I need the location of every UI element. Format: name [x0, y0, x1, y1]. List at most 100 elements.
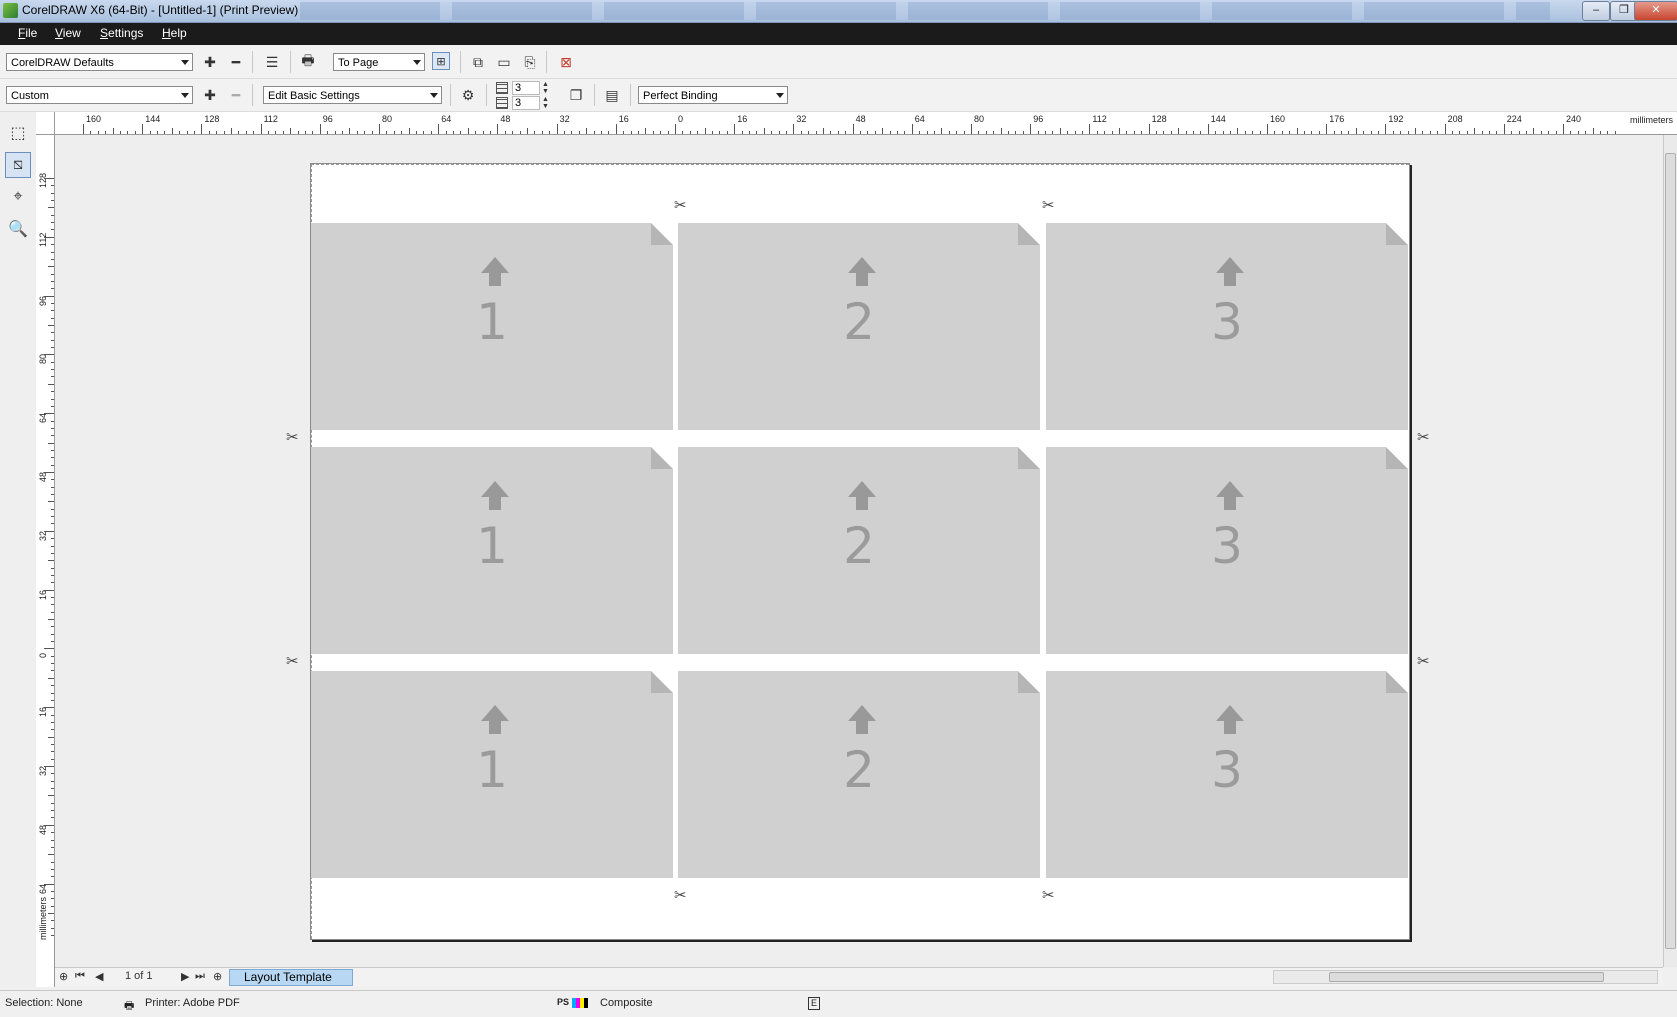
menu-settings[interactable]: Settings — [100, 26, 143, 40]
ruler-tick — [408, 128, 410, 134]
add-page-before-icon[interactable]: ⊕ — [59, 970, 68, 983]
ruler-tick — [171, 128, 173, 134]
horizontal-ruler[interactable]: 160 144 128 112 96 80 64 48 32 16 0 16 32 48 64 80 96 112… — [36, 112, 1677, 135]
ruler-tick — [815, 131, 817, 134]
remove-layout-icon[interactable]: ━ — [226, 85, 246, 105]
remove-preset-icon[interactable]: ━ — [226, 52, 246, 72]
pages-icon[interactable]: ❐ — [566, 85, 586, 105]
layout-preset-dropdown[interactable]: Custom — [6, 86, 193, 104]
ruler-tick — [1163, 131, 1165, 134]
horizontal-scrollbar[interactable] — [1273, 970, 1658, 984]
book-layout-icon[interactable]: ▤ — [602, 85, 622, 105]
vertical-scrollbar[interactable] — [1663, 135, 1677, 967]
ruler-tick — [51, 398, 54, 400]
zoom-tool-icon[interactable]: 🔍 — [5, 216, 31, 242]
ruler-tick — [704, 128, 706, 134]
ruler-tick — [430, 131, 432, 134]
mirror-icon[interactable]: ⎘ — [520, 52, 540, 72]
document-info-icon[interactable]: E — [808, 997, 820, 1010]
ruler-tick — [51, 251, 54, 253]
cell-page-number: 3 — [1211, 517, 1243, 575]
spinner-arrows-icon[interactable]: ▲ ▼ — [542, 81, 552, 95]
imposition-layout-tool-icon[interactable]: ⧅ — [5, 152, 31, 178]
ruler-tick — [778, 131, 780, 134]
ruler-tick — [601, 131, 602, 134]
spinner-arrows-icon[interactable]: ▲ ▼ — [542, 96, 552, 110]
next-page-icon[interactable]: ▶ — [181, 970, 189, 983]
imposition-cell[interactable]: 2 — [678, 671, 1040, 878]
invert-icon[interactable]: ▭ — [494, 52, 514, 72]
ruler-tick — [51, 214, 54, 216]
page-fold-icon — [1386, 447, 1408, 469]
ruler-tick — [44, 589, 54, 591]
imposition-cell[interactable]: 3 — [1046, 671, 1408, 878]
ruler-tick — [963, 131, 965, 134]
scrollbar-thumb[interactable] — [1665, 153, 1676, 949]
ruler-tick — [371, 131, 373, 134]
ruler-label: 112 — [263, 114, 278, 124]
ruler-origin[interactable] — [36, 112, 55, 135]
add-preset-icon[interactable]: ✚ — [200, 52, 220, 72]
add-layout-icon[interactable]: ✚ — [200, 85, 220, 105]
ruler-tick — [1363, 131, 1365, 134]
vertical-ruler[interactable]: 128 112 96 80 64 48 32 16 0 16 32 48 64 — [36, 134, 55, 987]
imposition-cell[interactable]: 3 — [1046, 447, 1408, 654]
binding-dropdown[interactable]: Perfect Binding — [638, 86, 788, 104]
ruler-tick — [1089, 124, 1091, 134]
print-page[interactable]: 1 2 3 1 2 3 1 2 3 ✂ ✂ ✂ ✂ ✂ ✂ ✂ ✂ — [286, 163, 1430, 940]
print-options-icon[interactable]: ☰ — [262, 52, 282, 72]
close-preview-icon[interactable]: ⊠ — [556, 52, 576, 72]
marks-placement-tool-icon[interactable]: ⌖ — [5, 184, 31, 210]
page-settings-icon[interactable]: ⚙ — [458, 85, 478, 105]
imposition-cell[interactable]: 1 — [311, 447, 673, 654]
print-style-dropdown[interactable]: CorelDRAW Defaults — [6, 53, 193, 71]
ruler-tick — [1526, 131, 1527, 134]
ruler-label: 48 — [855, 114, 866, 124]
add-page-after-icon[interactable]: ⊕ — [213, 970, 222, 983]
ruler-tick — [756, 131, 758, 134]
imposition-cell[interactable]: 2 — [678, 447, 1040, 654]
ruler-tick — [453, 131, 454, 134]
ruler-tick — [48, 207, 54, 209]
tab-layout-template[interactable]: Layout Template — [229, 969, 353, 986]
settings-mode-dropdown[interactable]: Edit Basic Settings — [263, 86, 442, 104]
ruler-tick — [134, 131, 136, 134]
ruler-tick — [1496, 131, 1498, 134]
columns-spinner[interactable]: 3 ▲ ▼ — [496, 81, 558, 95]
binding-value: Perfect Binding — [643, 90, 718, 102]
up-arrow-icon — [481, 257, 509, 273]
close-button[interactable]: ✕ — [1634, 1, 1677, 21]
imposition-cell[interactable]: 1 — [311, 223, 673, 430]
ruler-tick — [1341, 131, 1342, 134]
ruler-tick — [1407, 131, 1409, 134]
up-arrow-icon — [481, 705, 509, 721]
imposition-cell[interactable]: 3 — [1046, 223, 1408, 430]
color-separations-icon[interactable]: ⧉ — [468, 52, 488, 72]
rows-spinner[interactable]: 3 ▲ ▼ — [496, 96, 558, 110]
ruler-tick — [51, 200, 54, 202]
rows-grid-icon — [496, 97, 508, 109]
first-page-icon[interactable]: ⏮ — [75, 970, 85, 983]
minimize-button[interactable]: – — [1582, 1, 1610, 21]
menu-view[interactable]: View — [55, 26, 81, 40]
imposition-cell[interactable]: 1 — [311, 671, 673, 878]
full-screen-icon[interactable]: ⊞ — [432, 52, 450, 70]
scrollbar-thumb[interactable] — [1329, 972, 1604, 982]
ruler-tick — [51, 361, 54, 363]
ruler-tick — [51, 508, 54, 510]
ruler-tick — [1259, 131, 1261, 134]
columns-value[interactable]: 3 — [512, 81, 540, 95]
menu-file[interactable]: File — [18, 26, 37, 40]
rows-value[interactable]: 3 — [512, 96, 540, 110]
imposition-cell[interactable]: 2 — [678, 223, 1040, 430]
ruler-tick — [51, 427, 54, 429]
pick-tool-icon[interactable]: ⬚ — [5, 120, 31, 146]
menu-bar: File View Settings Help — [0, 23, 1677, 45]
ps-badge: PS — [557, 997, 570, 1007]
ruler-tick — [51, 317, 54, 319]
printer-icon[interactable]: 🖶 — [298, 52, 318, 72]
prev-page-icon[interactable]: ◀ — [95, 970, 103, 983]
last-page-icon[interactable]: ⏭ — [195, 970, 205, 983]
zoom-fit-dropdown[interactable]: To Page — [333, 53, 425, 71]
menu-help[interactable]: Help — [162, 26, 187, 40]
